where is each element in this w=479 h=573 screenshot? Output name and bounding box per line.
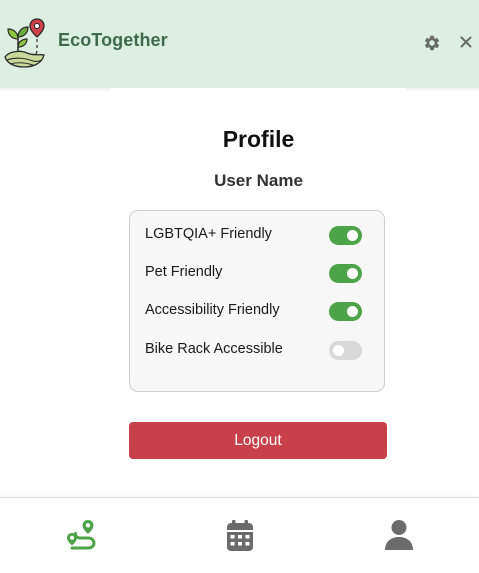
user-name: User Name bbox=[214, 171, 303, 190]
app-brand-name: EcoTogether bbox=[58, 30, 168, 50]
preference-label: Accessibility Friendly bbox=[145, 302, 280, 318]
toggle-knob bbox=[347, 230, 358, 241]
bike-rack-accessible-toggle[interactable] bbox=[329, 341, 362, 360]
toggle-knob bbox=[347, 268, 358, 279]
eco-logo-icon bbox=[3, 17, 47, 69]
toggle-knob bbox=[347, 306, 358, 317]
calendar-icon bbox=[227, 520, 253, 551]
toggle-knob bbox=[333, 345, 344, 356]
preference-label: LGBTQIA+ Friendly bbox=[145, 226, 272, 242]
preference-row-accessibility: Accessibility Friendly bbox=[145, 299, 369, 323]
lgbtqia-friendly-toggle[interactable] bbox=[329, 226, 362, 245]
nav-routes-button[interactable] bbox=[63, 517, 99, 553]
route-icon bbox=[67, 520, 96, 550]
close-icon[interactable] bbox=[458, 34, 474, 50]
nav-calendar-button[interactable] bbox=[222, 517, 258, 553]
gear-icon[interactable] bbox=[423, 34, 441, 52]
user-icon bbox=[385, 520, 413, 550]
preference-row-bike-rack: Bike Rack Accessible bbox=[145, 338, 369, 362]
pet-friendly-toggle[interactable] bbox=[329, 264, 362, 283]
nav-profile-button[interactable] bbox=[381, 517, 417, 553]
accessibility-friendly-toggle[interactable] bbox=[329, 302, 362, 321]
logout-button[interactable]: Logout bbox=[129, 422, 387, 459]
page-title: Profile bbox=[222, 126, 295, 152]
preference-row-lgbtqia: LGBTQIA+ Friendly bbox=[145, 223, 369, 247]
header-divider bbox=[0, 88, 479, 92]
bottom-nav bbox=[0, 497, 479, 573]
app-window: EcoTogether Profile User Name LGBTQIA+ F… bbox=[0, 0, 479, 573]
preference-label: Pet Friendly bbox=[145, 264, 223, 280]
app-header: EcoTogether bbox=[0, 0, 479, 88]
preference-label: Bike Rack Accessible bbox=[145, 341, 283, 357]
preferences-card: LGBTQIA+ Friendly Pet Friendly Accessibi… bbox=[129, 210, 385, 392]
preference-row-pet: Pet Friendly bbox=[145, 261, 369, 285]
